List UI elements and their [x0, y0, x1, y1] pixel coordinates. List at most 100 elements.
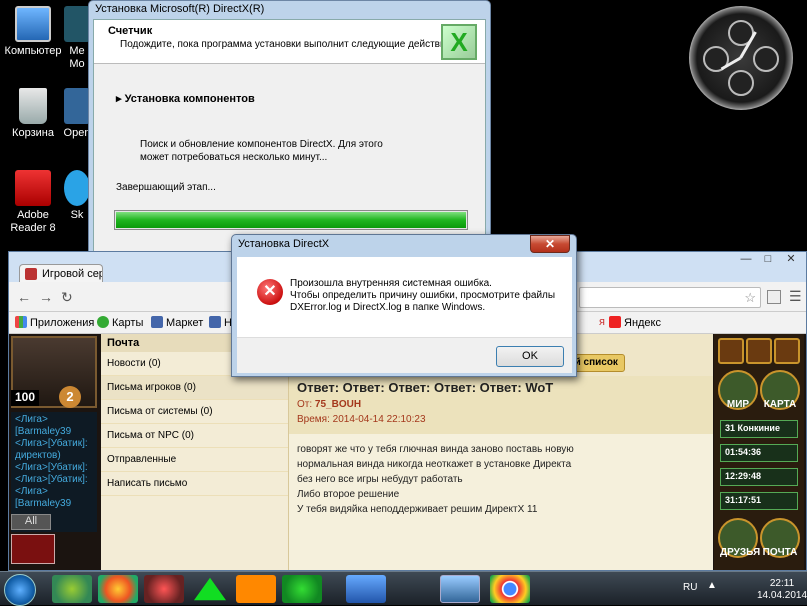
event-timer[interactable]: 31:17:51 [720, 492, 798, 510]
bookmark-n[interactable]: Н [209, 316, 232, 329]
maximize-button[interactable]: □ [757, 252, 779, 268]
tray-date: 14.04.2014 [757, 590, 807, 601]
forward-icon[interactable]: → [39, 289, 53, 305]
installer-step: ▸ Установка компонентов [116, 92, 255, 105]
error-dialog[interactable]: Установка DirectX ✕ ✕ Произошла внутренн… [231, 234, 577, 377]
browser-tab[interactable]: Игровой сер [19, 264, 103, 283]
bookmark-maps[interactable]: Карты [97, 316, 143, 329]
from-label: От: [297, 399, 313, 410]
from-value[interactable]: 75_BOUH [315, 399, 361, 410]
message-line: нормальная винда никогда неоткажет в уст… [297, 459, 572, 470]
event-timer[interactable]: 12:29:48 [720, 468, 798, 486]
installer-stage: Завершающий этап... [116, 182, 216, 193]
chrome-alt-icon[interactable] [98, 575, 138, 603]
directx-logo-icon: X [441, 24, 477, 60]
map-button[interactable]: КАРТА [760, 370, 800, 410]
minimize-button[interactable]: — [735, 252, 757, 268]
mail-nav-item[interactable]: Письма от NPC (0) [101, 424, 288, 448]
browser-tab-title: Игровой сер [42, 268, 103, 280]
bookmark-ya[interactable]: я [599, 316, 605, 328]
installer-header-title: Счетчик [108, 25, 153, 37]
installer-progress-fill [116, 212, 466, 228]
adobe-reader-icon [15, 170, 51, 206]
mail-nav-item[interactable]: Письма игроков (0) [101, 376, 288, 400]
system-tray: RU ▲ 22:11 14.04.2014 [657, 572, 807, 606]
friends-button[interactable]: ДРУЗЬЯ [718, 518, 760, 558]
tray-time: 22:11 [769, 578, 795, 589]
clock-tray[interactable]: 22:11 14.04.2014 [757, 578, 807, 602]
apps-icon [15, 316, 27, 328]
mail-nav-item[interactable]: Письма от системы (0) [101, 400, 288, 424]
error-message-line: Чтобы определить причину ошибки, просмот… [290, 290, 556, 301]
date-value: 2014-04-14 22:10:23 [332, 414, 426, 425]
bookmark-game-button[interactable] [11, 534, 55, 564]
arrow-icon: ▸ [116, 93, 125, 105]
event-timer[interactable]: 01:54:36 [720, 444, 798, 462]
installer-description: Поиск и обновление компонентов DirectX. … [140, 139, 383, 163]
clock-gadget[interactable] [689, 6, 793, 110]
chat-line: <Лига>[Убатик]: [15, 462, 88, 473]
installer-header-subtitle: Подождите, пока программа установки выпо… [120, 39, 454, 50]
language-indicator[interactable]: RU [683, 582, 697, 593]
bookmark-apps[interactable]: Приложения [15, 316, 94, 329]
bookmark-market[interactable]: Маркет [151, 316, 203, 329]
mail-button[interactable]: ПОЧТА [760, 518, 800, 558]
desktop-icon-adobe-reader[interactable]: Adobe Reader 8 [0, 170, 66, 235]
desktop-icon-computer[interactable]: Компьютер [0, 6, 66, 58]
media-icon [64, 6, 90, 42]
tray-arrow-icon[interactable]: ▲ [707, 580, 717, 591]
message-line: У тебя видяйка неподдерживает решим Дире… [297, 504, 538, 515]
bookmark-icon [209, 316, 221, 328]
menu-icon[interactable]: ☰ [789, 288, 802, 305]
message-line: говорят же что у тебя глючная винда зано… [297, 444, 574, 455]
mail-nav-item[interactable]: Отправленные [101, 448, 288, 472]
chat-line: <Лига>[Barmaley39 [15, 486, 72, 509]
reload-icon[interactable]: ↻ [61, 289, 73, 306]
hp-value: 100 [11, 390, 39, 406]
chat-line: директов) [15, 450, 61, 461]
open-icon [64, 88, 90, 124]
event-timer[interactable]: 31 Конкиние [720, 420, 798, 438]
hammer-icon[interactable] [718, 338, 744, 364]
yandex-icon [609, 316, 621, 328]
map-label: КАРТА [763, 399, 797, 410]
message-header: Ответ: Ответ: Ответ: Ответ: Ответ: WoT О… [289, 376, 713, 434]
installer-header: Счетчик Подождите, пока программа устано… [94, 20, 485, 64]
chat-line: <Лига>[Убатик]: [15, 438, 88, 449]
installer-title: Установка Microsoft(R) DirectX(R) [95, 3, 265, 15]
aion-icon[interactable] [194, 577, 226, 601]
firefox-icon[interactable] [52, 575, 92, 603]
ok-icon[interactable] [236, 575, 276, 603]
address-bar[interactable]: ☆ [579, 287, 761, 308]
mail-nav-item[interactable]: Написать письмо [101, 472, 288, 496]
start-button[interactable] [4, 574, 36, 606]
gear-icon[interactable] [774, 338, 800, 364]
level-badge: 2 [59, 386, 81, 408]
scroll-icon[interactable] [746, 338, 772, 364]
taskbar: RU ▲ 22:11 14.04.2014 [0, 571, 807, 606]
mail-label: ПОЧТА [762, 547, 798, 558]
chat-tab-all[interactable]: All [11, 514, 51, 530]
close-window-button[interactable]: ✕ [779, 252, 803, 268]
star-icon[interactable]: ☆ [744, 290, 756, 306]
chat-line: <Лига>[Barmaley39 [15, 414, 72, 437]
date-label: Время: [297, 414, 330, 425]
message-date: Время: 2014-04-14 22:10:23 [297, 414, 705, 425]
maps-icon [97, 316, 109, 328]
world-label: МИР [726, 399, 750, 410]
error-dialog-title: Установка DirectX [238, 238, 330, 250]
world-button[interactable]: МИР [718, 370, 758, 410]
bookmark-yandex[interactable]: Яндекс [609, 316, 661, 329]
chrome-icon[interactable] [490, 575, 530, 603]
at-icon[interactable] [282, 575, 322, 603]
ok-button[interactable]: OK [496, 346, 564, 367]
network-icon[interactable] [440, 575, 480, 603]
word-icon[interactable] [346, 575, 386, 603]
close-icon[interactable]: ✕ [530, 235, 570, 253]
extension-icon[interactable] [767, 290, 781, 304]
desktop-icon-recycle-bin[interactable]: Корзина [0, 88, 66, 140]
message-subject: Ответ: Ответ: Ответ: Ответ: Ответ: WoT [297, 380, 554, 395]
crossfire-icon[interactable] [144, 575, 184, 603]
back-icon[interactable]: ← [17, 289, 31, 305]
game-right-panel: МИР КАРТА 31 Конкиние 01:54:36 12:29:48 … [714, 334, 804, 570]
